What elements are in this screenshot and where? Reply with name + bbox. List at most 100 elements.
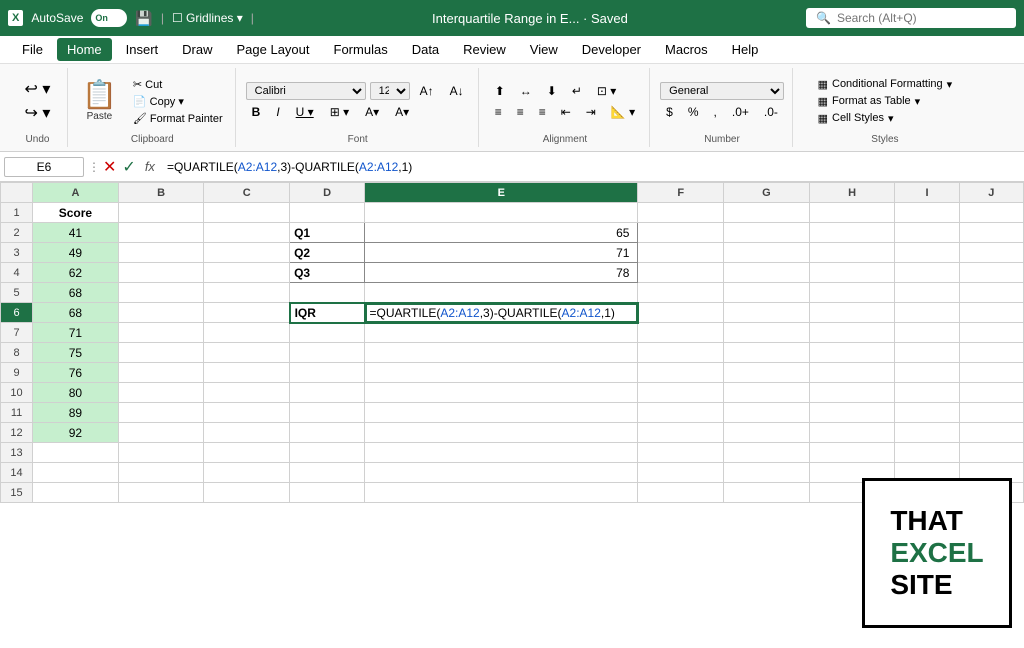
italic-button[interactable]: I: [270, 103, 285, 121]
col-header-d[interactable]: D: [290, 183, 365, 203]
menu-help[interactable]: Help: [722, 38, 769, 61]
cell-j11[interactable]: [959, 403, 1023, 423]
cell-c11[interactable]: [204, 403, 290, 423]
cell-d5[interactable]: [290, 283, 365, 303]
col-header-h[interactable]: H: [809, 183, 895, 203]
cell-i9[interactable]: [895, 363, 959, 383]
cell-e1[interactable]: [365, 203, 638, 223]
formula-bar-options-icon[interactable]: ⋮: [88, 160, 100, 174]
cell-h2[interactable]: [809, 223, 895, 243]
cell-j2[interactable]: [959, 223, 1023, 243]
cell-e11[interactable]: [365, 403, 638, 423]
col-header-a[interactable]: A: [33, 183, 119, 203]
percent-button[interactable]: %: [682, 103, 705, 121]
wrap-text-button[interactable]: ↵: [566, 82, 588, 100]
formula-display[interactable]: =QUARTILE(A2:A12,3)-QUARTILE(A2:A12,1): [161, 160, 1024, 174]
cell-c10[interactable]: [204, 383, 290, 403]
menu-macros[interactable]: Macros: [655, 38, 718, 61]
orientation-button[interactable]: 📐 ▾: [605, 103, 641, 121]
row-header-6[interactable]: 6: [1, 303, 33, 323]
cell-g9[interactable]: [724, 363, 810, 383]
cell-a14[interactable]: [33, 463, 119, 483]
align-top-button[interactable]: ⬆: [489, 82, 511, 100]
cell-h11[interactable]: [809, 403, 895, 423]
cell-g10[interactable]: [724, 383, 810, 403]
cell-a9[interactable]: 76: [33, 363, 119, 383]
cell-g15[interactable]: [724, 483, 810, 503]
borders-button[interactable]: ⊞ ▾: [324, 103, 355, 121]
redo-button[interactable]: ↪ ▾: [21, 102, 55, 124]
cell-e10[interactable]: [365, 383, 638, 403]
cell-j10[interactable]: [959, 383, 1023, 403]
font-size-increase-button[interactable]: A↑: [414, 82, 440, 100]
cell-d6[interactable]: IQR: [290, 303, 365, 323]
cell-h6[interactable]: [809, 303, 895, 323]
cell-c13[interactable]: [204, 443, 290, 463]
cell-a1[interactable]: Score: [33, 203, 119, 223]
cell-b5[interactable]: [118, 283, 204, 303]
cell-g12[interactable]: [724, 423, 810, 443]
cell-j3[interactable]: [959, 243, 1023, 263]
cell-d7[interactable]: [290, 323, 365, 343]
cell-f5[interactable]: [638, 283, 724, 303]
cell-g8[interactable]: [724, 343, 810, 363]
cell-c5[interactable]: [204, 283, 290, 303]
cell-f3[interactable]: [638, 243, 724, 263]
col-header-f[interactable]: F: [638, 183, 724, 203]
cell-f15[interactable]: [638, 483, 724, 503]
cell-a6[interactable]: 68: [33, 303, 119, 323]
cell-j13[interactable]: [959, 443, 1023, 463]
cell-d1[interactable]: [290, 203, 365, 223]
cell-d13[interactable]: [290, 443, 365, 463]
cell-j12[interactable]: [959, 423, 1023, 443]
cell-e13[interactable]: [365, 443, 638, 463]
cell-i11[interactable]: [895, 403, 959, 423]
cell-f14[interactable]: [638, 463, 724, 483]
cell-f12[interactable]: [638, 423, 724, 443]
cell-i2[interactable]: [895, 223, 959, 243]
cell-e15[interactable]: [365, 483, 638, 503]
cell-a2[interactable]: 41: [33, 223, 119, 243]
align-right-button[interactable]: ≡: [533, 103, 552, 121]
cell-e12[interactable]: [365, 423, 638, 443]
menu-formulas[interactable]: Formulas: [324, 38, 398, 61]
cell-g3[interactable]: [724, 243, 810, 263]
cell-i4[interactable]: [895, 263, 959, 283]
cell-j5[interactable]: [959, 283, 1023, 303]
cell-d12[interactable]: [290, 423, 365, 443]
decimal-increase-button[interactable]: .0+: [726, 103, 755, 121]
cell-c9[interactable]: [204, 363, 290, 383]
menu-home[interactable]: Home: [57, 38, 112, 61]
cell-j7[interactable]: [959, 323, 1023, 343]
cell-h5[interactable]: [809, 283, 895, 303]
row-header-5[interactable]: 5: [1, 283, 33, 303]
cell-g11[interactable]: [724, 403, 810, 423]
row-header-7[interactable]: 7: [1, 323, 33, 343]
cell-h12[interactable]: [809, 423, 895, 443]
cell-j1[interactable]: [959, 203, 1023, 223]
underline-button[interactable]: U ▾: [290, 103, 320, 121]
cell-f13[interactable]: [638, 443, 724, 463]
row-header-10[interactable]: 10: [1, 383, 33, 403]
cell-i5[interactable]: [895, 283, 959, 303]
cell-d15[interactable]: [290, 483, 365, 503]
gridlines-checkbox[interactable]: ☐ Gridlines ▾: [172, 11, 243, 25]
cell-a13[interactable]: [33, 443, 119, 463]
menu-developer[interactable]: Developer: [572, 38, 651, 61]
autosave-toggle[interactable]: On: [91, 9, 127, 27]
font-size-decrease-button[interactable]: A↓: [444, 82, 470, 100]
cell-f11[interactable]: [638, 403, 724, 423]
cell-c15[interactable]: [204, 483, 290, 503]
cell-b1[interactable]: [118, 203, 204, 223]
cell-a10[interactable]: 80: [33, 383, 119, 403]
align-left-button[interactable]: ≡: [489, 103, 508, 121]
cell-f7[interactable]: [638, 323, 724, 343]
cell-e8[interactable]: [365, 343, 638, 363]
cell-e3[interactable]: 71: [365, 243, 638, 263]
cell-g6[interactable]: [724, 303, 810, 323]
row-header-14[interactable]: 14: [1, 463, 33, 483]
font-size-select[interactable]: 12: [370, 82, 410, 100]
cell-j6[interactable]: [959, 303, 1023, 323]
cell-c1[interactable]: [204, 203, 290, 223]
cell-h1[interactable]: [809, 203, 895, 223]
